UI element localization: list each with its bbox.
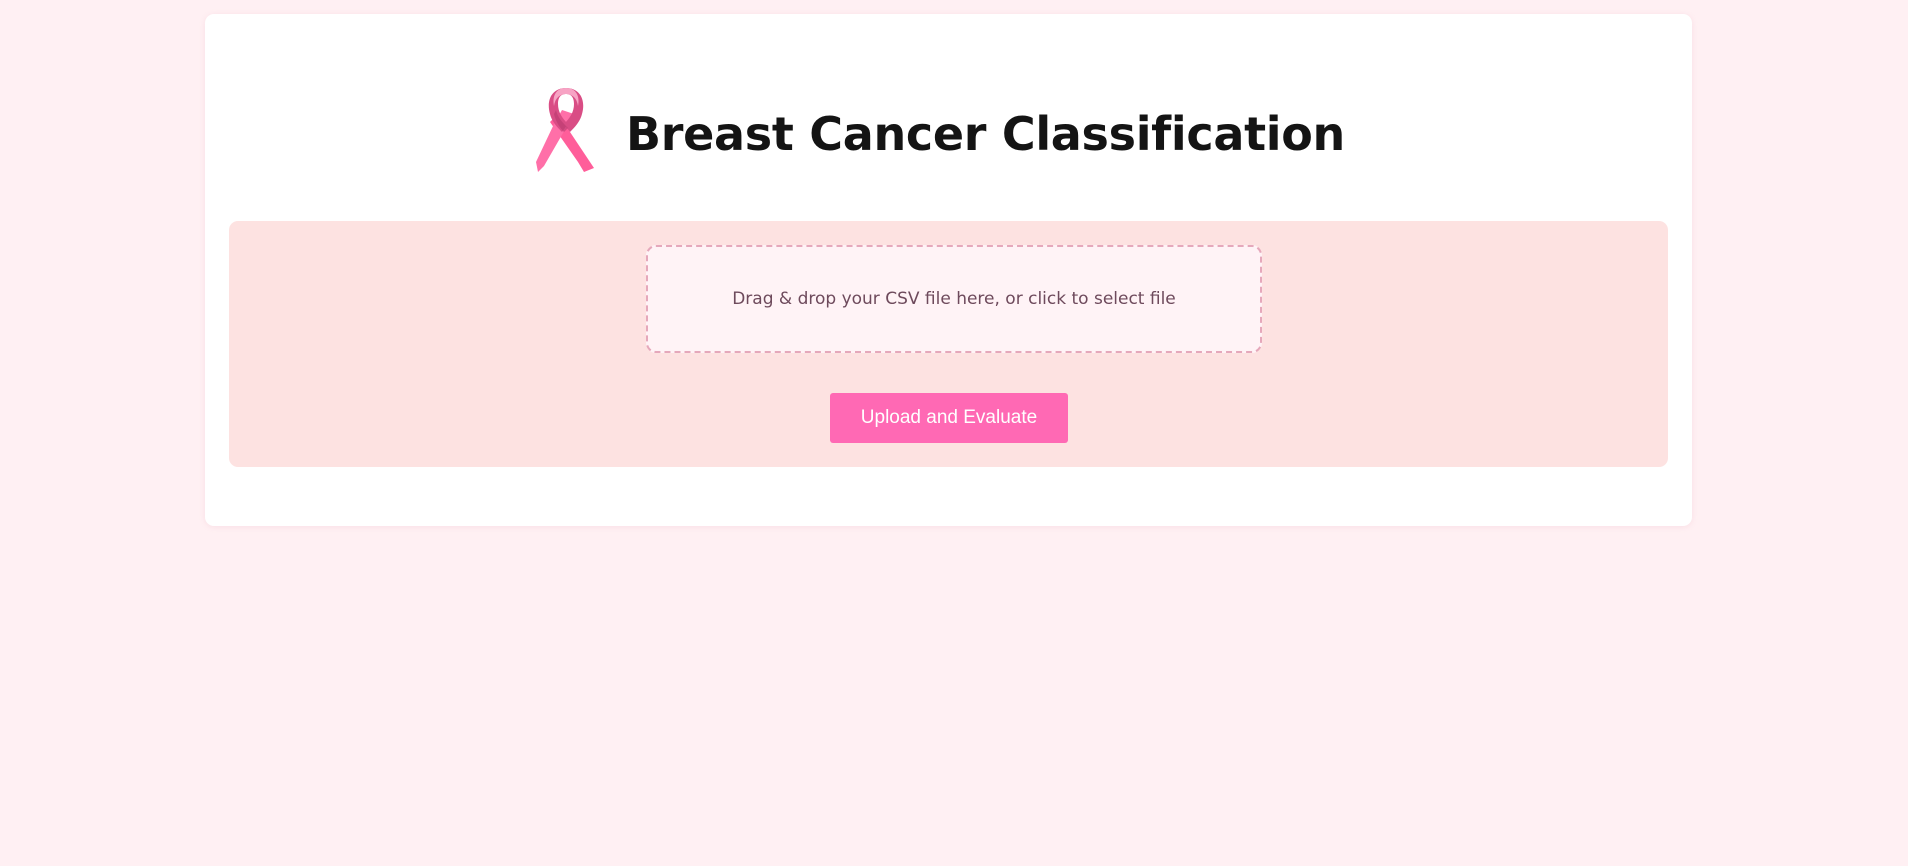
- upload-panel: Drag & drop your CSV file here, or click…: [229, 221, 1668, 467]
- csv-dropzone[interactable]: Drag & drop your CSV file here, or click…: [646, 245, 1262, 353]
- pink-ribbon-icon: [536, 88, 594, 172]
- dropzone-label: Drag & drop your CSV file here, or click…: [732, 289, 1176, 309]
- page-header: Breast Cancer Classification: [205, 84, 1692, 176]
- upload-and-evaluate-button[interactable]: Upload and Evaluate: [830, 393, 1068, 443]
- main-card: Breast Cancer Classification Drag & drop…: [205, 14, 1692, 526]
- page-title: Breast Cancer Classification: [626, 107, 1345, 161]
